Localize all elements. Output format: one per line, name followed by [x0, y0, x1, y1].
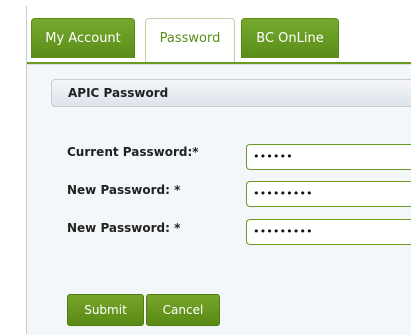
new-password-label: New Password: * — [67, 183, 181, 197]
tab-password[interactable]: Password — [145, 18, 235, 62]
tab-bc-online[interactable]: BC OnLine — [241, 18, 339, 58]
account-window: My Account Password BC OnLine APIC Passw… — [26, 6, 411, 335]
panel-header: APIC Password — [51, 79, 411, 107]
current-password-field[interactable]: •••••• — [246, 144, 411, 170]
submit-button[interactable]: Submit — [67, 294, 144, 326]
cancel-button[interactable]: Cancel — [146, 294, 220, 326]
new-password-field[interactable]: ••••••••• — [246, 181, 411, 207]
current-password-label: Current Password:* — [67, 145, 199, 159]
panel-title: APIC Password — [68, 86, 169, 100]
confirm-password-label: New Password: * — [67, 221, 181, 235]
tab-my-account[interactable]: My Account — [31, 18, 135, 58]
confirm-password-field[interactable]: ••••••••• — [246, 219, 411, 245]
tab-bar: My Account Password BC OnLine — [27, 18, 411, 62]
